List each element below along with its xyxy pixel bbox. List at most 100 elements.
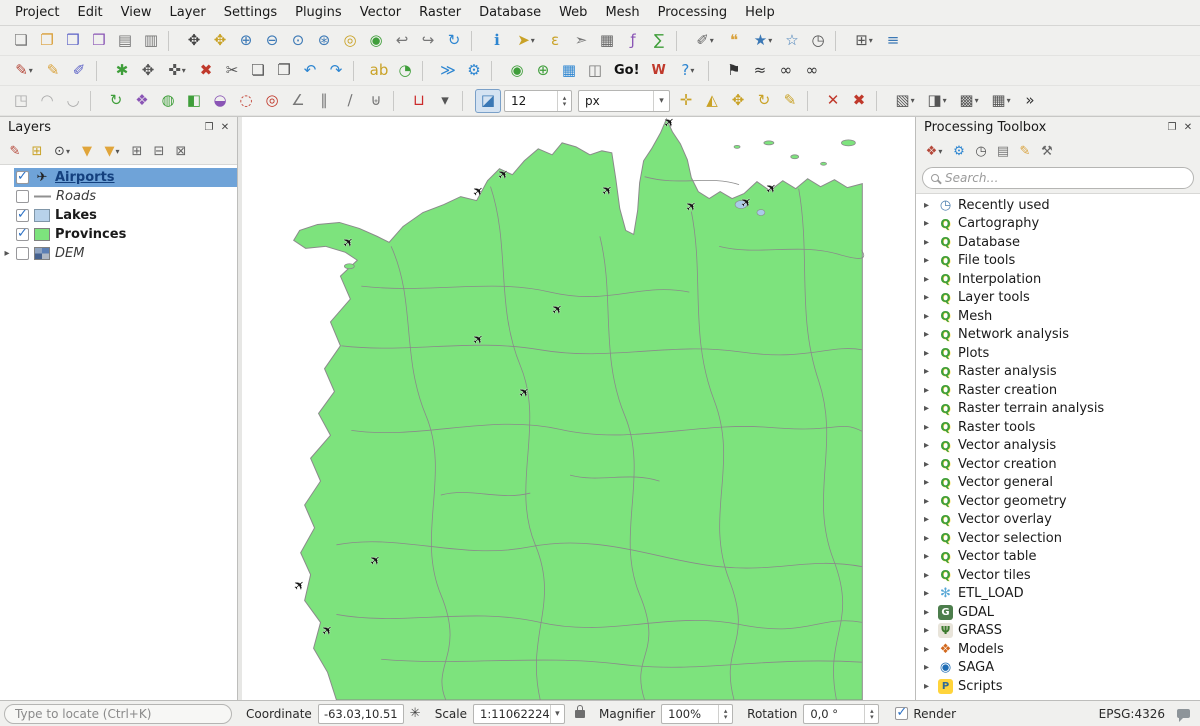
open-attribute-table[interactable]: ▦ [594, 29, 620, 53]
expand-arrow-icon[interactable] [924, 477, 936, 488]
locate-input[interactable] [15, 707, 221, 721]
menu-item-web[interactable]: Web [550, 2, 596, 23]
toolbox-item-raster-creation[interactable]: Raster creation [916, 381, 1200, 400]
quickmap-services[interactable]: ⊕ [530, 59, 556, 83]
options-wrench[interactable]: ⚒ [1036, 141, 1058, 162]
toolbox-item-interpolation[interactable]: Interpolation [916, 270, 1200, 289]
rotate-label[interactable]: ↻ [751, 89, 777, 113]
menu-item-view[interactable]: View [112, 2, 161, 23]
toolbox-item-network-analysis[interactable]: Network analysis [916, 326, 1200, 345]
add-group[interactable]: ⊞ [26, 141, 48, 162]
layer-visibility-checkbox[interactable] [16, 228, 29, 241]
menu-item-processing[interactable]: Processing [649, 2, 736, 23]
float-panel-button[interactable]: ❐ [201, 120, 217, 136]
select-by-expression[interactable]: ε [542, 29, 568, 53]
help-plugin[interactable]: ? [672, 59, 704, 83]
diagram-cancel-2[interactable]: ✖ [846, 89, 872, 113]
zoom-native[interactable]: ⊙ [285, 29, 311, 53]
snapping-toggle[interactable]: ⊔ [406, 89, 432, 113]
map-theme-shortcut-2[interactable]: ◨ [921, 89, 953, 113]
expand-arrow-icon[interactable] [924, 237, 936, 248]
menu-item-mesh[interactable]: Mesh [596, 2, 648, 23]
rotation-spinbox[interactable]: 0,0 ° ▴▾ [803, 704, 879, 724]
cut-features[interactable]: ✂ [219, 59, 245, 83]
expand-arrow-icon[interactable] [924, 533, 936, 544]
expand-arrow-icon[interactable] [924, 311, 936, 322]
zoom-last[interactable]: ↩ [389, 29, 415, 53]
toolbox-item-models[interactable]: Models [916, 640, 1200, 659]
new-map-view[interactable]: ⊞ [848, 29, 880, 53]
pan-to-selection[interactable]: ✥ [207, 29, 233, 53]
layer-item-airports[interactable]: Airports [0, 168, 237, 187]
change-label-properties[interactable]: ✎ [777, 89, 803, 113]
extents-icon[interactable]: ✳ [410, 706, 421, 721]
new-print-layout[interactable]: ▤ [112, 29, 138, 53]
expand-arrow-icon[interactable] [924, 570, 936, 581]
toolbox-item-database[interactable]: Database [916, 233, 1200, 252]
collapse-all[interactable]: ⊟ [148, 141, 170, 162]
spinner-arrows[interactable]: ▴▾ [557, 91, 571, 111]
toolbox-item-layer-tools[interactable]: Layer tools [916, 289, 1200, 308]
close-panel-button[interactable]: ✕ [217, 120, 233, 136]
wikipedia-plugin[interactable]: W [646, 59, 672, 83]
toolbox-item-vector-selection[interactable]: Vector selection [916, 529, 1200, 548]
results-viewer[interactable]: ▤ [992, 141, 1014, 162]
expand-arrow-icon[interactable] [924, 255, 936, 266]
zoom-full[interactable]: ⊛ [311, 29, 337, 53]
filter-legend-expression[interactable]: ▼ [98, 141, 126, 162]
expand-arrow-icon[interactable] [924, 292, 936, 303]
expand-arrow-icon[interactable] [924, 496, 936, 507]
zoom-to-layer[interactable]: ◉ [363, 29, 389, 53]
expand-arrow-icon[interactable] [924, 200, 936, 211]
toolbox-item-scripts[interactable]: Scripts [916, 677, 1200, 696]
move-feature[interactable]: ✥ [135, 59, 161, 83]
menu-item-plugins[interactable]: Plugins [286, 2, 351, 23]
expand-arrow-icon[interactable] [924, 274, 936, 285]
layer-visibility-checkbox[interactable] [16, 171, 29, 184]
label-toolbar-toggle[interactable]: ◪ [475, 89, 501, 113]
add-part[interactable]: ◧ [181, 89, 207, 113]
toolbox-item-vector-overlay[interactable]: Vector overlay [916, 511, 1200, 530]
expand-arrow-icon[interactable] [924, 218, 936, 229]
paste-features[interactable]: ❐ [271, 59, 297, 83]
toolbox-item-vector-analysis[interactable]: Vector analysis [916, 437, 1200, 456]
python-console[interactable]: ≫ [435, 59, 461, 83]
layer-visibility-checkbox[interactable] [16, 209, 29, 222]
zoom-out[interactable]: ⊖ [259, 29, 285, 53]
layer-diagram[interactable]: ◔ [392, 59, 418, 83]
layer-item-dem[interactable]: ▸ DEM [0, 244, 237, 263]
deselect-features[interactable]: ➣ [568, 29, 594, 53]
diagram-cancel-1[interactable]: ✕ [820, 89, 846, 113]
toolbox-item-saga[interactable]: SAGA [916, 659, 1200, 678]
undo[interactable]: ↶ [297, 59, 323, 83]
scale-combo[interactable]: 1:11062224 ▾ [473, 704, 565, 724]
expand-arrow-icon[interactable] [924, 551, 936, 562]
snapping-options[interactable]: ▾ [432, 89, 458, 113]
menu-item-help[interactable]: Help [736, 2, 784, 23]
show-bookmarks[interactable]: ☆ [779, 29, 805, 53]
redo[interactable]: ↷ [323, 59, 349, 83]
layer-visibility-checkbox[interactable] [16, 247, 29, 260]
eyeglasses-view-2[interactable]: ∞ [799, 59, 825, 83]
refresh-map[interactable]: ↻ [441, 29, 467, 53]
zoom-in[interactable]: ⊕ [233, 29, 259, 53]
manage-map-themes[interactable]: ⊙ [48, 141, 76, 162]
toolbox-item-mesh[interactable]: Mesh [916, 307, 1200, 326]
menu-item-vector[interactable]: Vector [351, 2, 410, 23]
temporal-controller[interactable]: ◷ [805, 29, 831, 53]
expand-arrow-icon[interactable] [924, 459, 936, 470]
photo-plugin[interactable]: ◫ [582, 59, 608, 83]
simplify-feature[interactable]: ❖ [129, 89, 155, 113]
map-theme-shortcut-4[interactable]: ▦ [985, 89, 1017, 113]
digitize-shape-disabled[interactable]: ◳ [8, 89, 34, 113]
osm-place-search[interactable]: ◉ [504, 59, 530, 83]
close-panel-button[interactable]: ✕ [1180, 120, 1196, 136]
toolbox-item-vector-geometry[interactable]: Vector geometry [916, 492, 1200, 511]
expand-arrow-icon[interactable] [924, 403, 936, 414]
toolbox-item-cartography[interactable]: Cartography [916, 215, 1200, 234]
elevation-plugin[interactable]: ≈ [747, 59, 773, 83]
crs-indicator[interactable]: EPSG:4326 [1099, 707, 1165, 721]
zoom-to-selection[interactable]: ◎ [337, 29, 363, 53]
layer-visibility-checkbox[interactable] [16, 190, 29, 203]
eyeglasses-view-1[interactable]: ∞ [773, 59, 799, 83]
